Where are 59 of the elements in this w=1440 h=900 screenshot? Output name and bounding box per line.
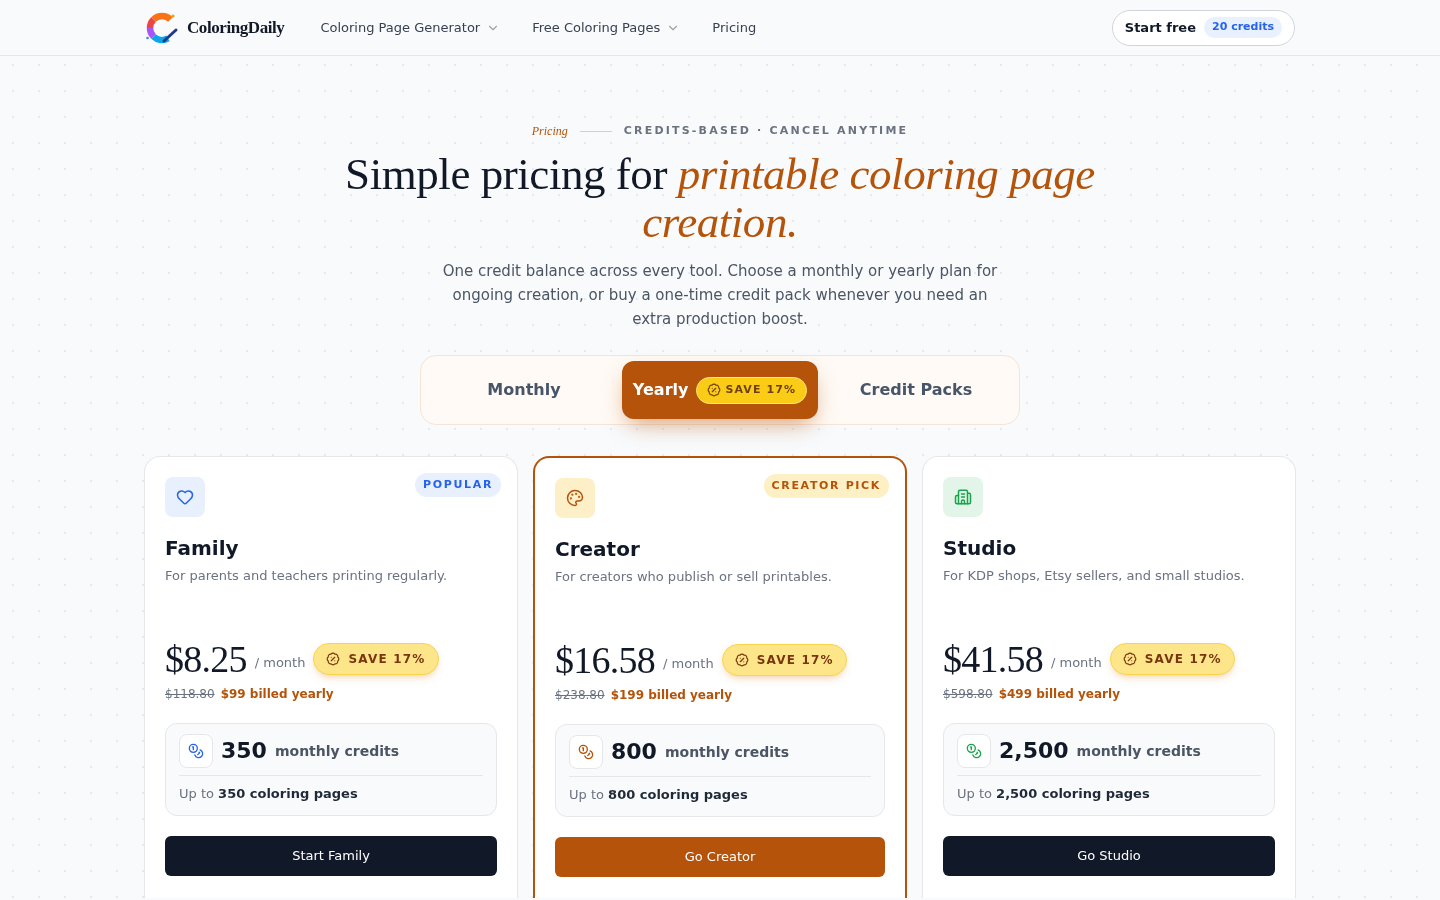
plan-name: Studio [943, 535, 1018, 562]
credits-label: monthly credits [274, 741, 400, 761]
save-label: SAVE 17% [756, 652, 834, 669]
percent-badge-icon [326, 652, 341, 666]
credits-label: monthly credits [664, 742, 790, 762]
original-price: $598.80 [943, 686, 993, 702]
original-price: $238.80 [555, 687, 605, 703]
credits-label: monthly credits [1076, 741, 1201, 761]
credits-count: 2,500 [999, 737, 1069, 765]
nav-link[interactable]: Pricing [712, 17, 757, 38]
plan-badge: POPULAR [415, 473, 501, 497]
coins-icon [569, 735, 603, 769]
credits-count: 800 [611, 738, 657, 766]
percent-badge-icon [734, 653, 749, 667]
logo-icon [145, 10, 179, 45]
save-label: SAVE 17% [1144, 651, 1222, 668]
price-period: / month [1050, 654, 1102, 673]
percent-badge-icon [707, 383, 722, 397]
coins-icon [179, 734, 213, 768]
plan-description: For KDP shops, Etsy sellers, and small studios. [943, 567, 1246, 585]
price-amount: $16.58 [555, 640, 655, 680]
plan-description: For creators who publish or sell printables. [555, 568, 833, 586]
pages-note: Up to 2,500 coloring pages [957, 785, 1151, 803]
price-amount: $41.58 [943, 639, 1043, 679]
price-period: / month [662, 655, 714, 674]
billed-yearly-text: $199 billed yearly [610, 687, 732, 703]
price-amount: $8.25 [165, 639, 247, 679]
billed-yearly-text: $99 billed yearly [220, 686, 334, 702]
pages-note: Up to 350 coloring pages [179, 785, 359, 803]
plan-name: Creator [555, 536, 641, 563]
nav-link[interactable]: Coloring Page Generator [320, 17, 501, 38]
eyebrow-label: Pricing [531, 123, 568, 140]
tagline: CREDITS-BASED · CANCEL ANYTIME [623, 122, 909, 139]
brand-name[interactable]: ColoringDaily [187, 14, 285, 41]
plan-button[interactable]: Go Studio [943, 836, 1275, 876]
page-subtitle: One credit balance across every tool. Choose a monthly or yearly plan for ongoing creation, or buy a one-time credit pack whenever you need an extra production boost. [441, 261, 999, 330]
plan-description: For parents and teachers printing regularly. [165, 567, 449, 585]
billing-tab[interactable]: Yearly SAVE 17% [622, 361, 818, 419]
coins-icon [957, 734, 991, 768]
palette-icon [555, 478, 595, 518]
save-label: SAVE 17% [348, 651, 426, 668]
price-period: / month [254, 654, 306, 673]
plan-name: Family [165, 535, 240, 562]
save-label: SAVE 17% [725, 381, 797, 398]
plan-button[interactable]: Go Creator [555, 837, 885, 877]
billing-tab[interactable]: Credit Packs [818, 361, 1014, 419]
credits-count: 350 [221, 737, 267, 765]
start-free-button[interactable]: Start free 20 credits [1111, 9, 1295, 46]
building-icon [943, 477, 983, 517]
billed-yearly-text: $499 billed yearly [998, 686, 1120, 702]
nav-link[interactable]: Free Coloring Pages [532, 17, 681, 38]
page-title: Simple pricing for printable coloring page creation. [344, 150, 1096, 246]
original-price: $118.80 [165, 686, 215, 702]
plan-badge: CREATOR PICK [763, 474, 889, 498]
percent-badge-icon [1122, 652, 1137, 666]
plan-button[interactable]: Start Family [165, 836, 497, 876]
credits-badge: 20 credits [1204, 17, 1282, 38]
pages-note: Up to 800 coloring pages [569, 786, 749, 804]
billing-tab[interactable]: Monthly [426, 361, 622, 419]
